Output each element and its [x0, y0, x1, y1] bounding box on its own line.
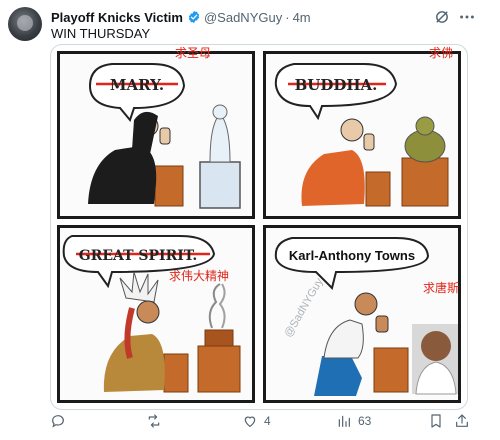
views-button[interactable]: 63 — [336, 413, 371, 429]
meme-panel-kat: Karl-Anthony Towns @SadNYGuy — [263, 225, 461, 403]
bookmark-icon — [431, 414, 441, 428]
sign-text-mary: MARY. — [110, 76, 164, 94]
like-button[interactable]: 4 — [242, 413, 271, 429]
tweet-text: WIN THURSDAY — [51, 26, 151, 41]
sign-text-buddha: BUDDHA. — [295, 76, 378, 94]
display-name[interactable]: Playoff Knicks Victim — [51, 10, 183, 25]
reply-icon — [52, 415, 64, 428]
handle[interactable]: @SadNYGuy — [204, 10, 282, 25]
bookmark-button[interactable] — [428, 413, 444, 429]
timestamp[interactable]: 4m — [293, 10, 311, 25]
tweet-media[interactable]: MARY. BUDDHA. GREAT SPIRIT. Karl-Anthony… — [50, 44, 468, 410]
retweet-icon — [148, 414, 160, 428]
meme-panel-great-spirit: GREAT SPIRIT. — [57, 225, 255, 403]
grok-icon[interactable] — [434, 9, 450, 25]
panel-illustration-kat: Karl-Anthony Towns @SadNYGuy — [274, 237, 460, 396]
retweet-button[interactable] — [146, 413, 168, 429]
more-icon[interactable] — [458, 9, 476, 25]
sign-text-great-spirit: GREAT SPIRIT. — [79, 248, 198, 264]
sign-text-kat: Karl-Anthony Towns — [289, 248, 415, 263]
caption-buddha: 求佛 — [429, 46, 454, 60]
caption-great-spirit: 求伟大精神 — [169, 269, 230, 283]
caption-kat: 求唐斯 — [423, 281, 460, 295]
panel-illustration-mary: MARY. — [88, 63, 241, 209]
share-button[interactable] — [454, 413, 470, 429]
caption-mary: 求圣母 — [175, 46, 212, 60]
like-icon — [244, 416, 256, 428]
tweet-actions: 4 63 — [50, 413, 470, 435]
panel-illustration-great-spirit: GREAT SPIRIT. — [62, 235, 241, 393]
reply-button[interactable] — [50, 413, 72, 429]
like-count: 4 — [264, 414, 271, 428]
share-icon — [456, 414, 468, 427]
verified-badge-icon — [188, 10, 200, 24]
tweet-header: Playoff Knicks Victim @SadNYGuy · 4m — [51, 8, 311, 26]
meme-watermark: @SadNYGuy — [282, 276, 326, 340]
separator-dot: · — [285, 9, 290, 25]
meme-panel-buddha: BUDDHA. — [263, 51, 461, 219]
views-icon — [338, 415, 350, 427]
avatar[interactable] — [8, 7, 42, 41]
meme-panel-mary: MARY. — [57, 51, 255, 219]
panel-illustration-buddha: BUDDHA. — [274, 63, 449, 207]
views-count: 63 — [358, 414, 372, 428]
